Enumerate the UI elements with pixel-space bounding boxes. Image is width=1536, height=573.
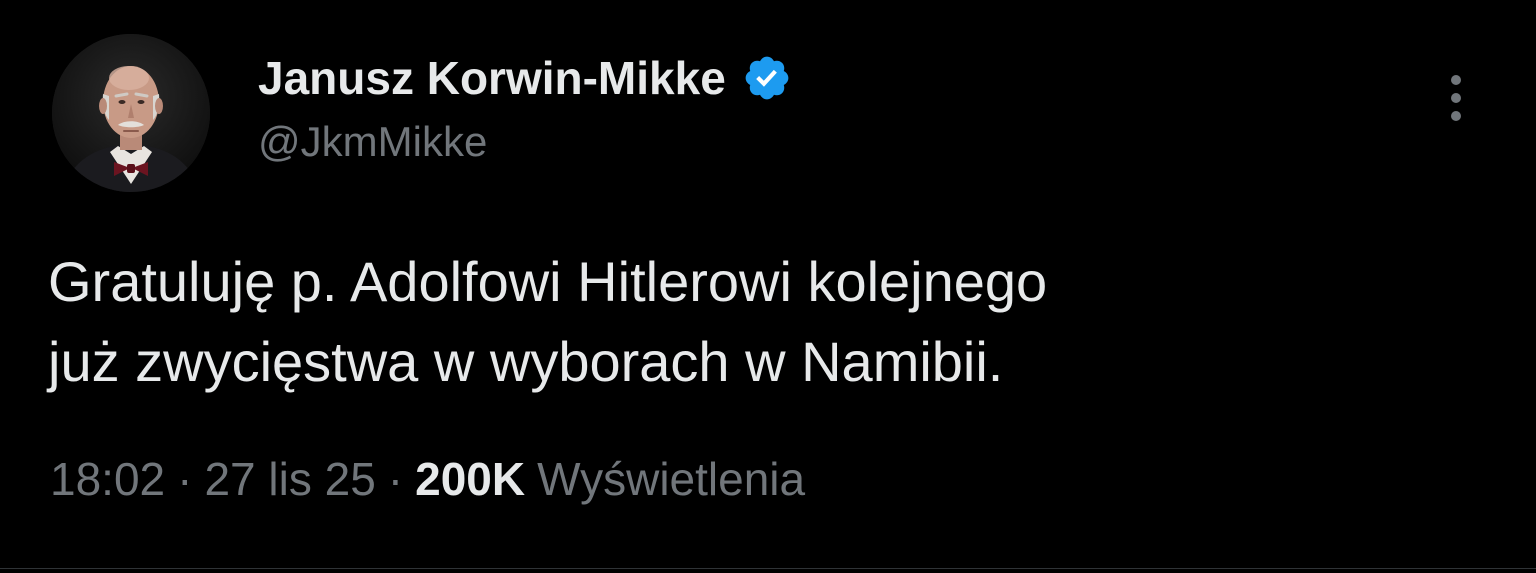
avatar[interactable]	[52, 34, 210, 192]
author-name-row: Janusz Korwin-Mikke	[258, 50, 792, 106]
meta-separator: ·	[387, 453, 404, 505]
divider	[0, 568, 1536, 569]
verified-badge-icon	[742, 53, 792, 103]
meta-separator: ·	[177, 453, 193, 505]
author-display-name[interactable]: Janusz Korwin-Mikke	[258, 51, 726, 105]
views-label: Wyświetlenia	[537, 453, 806, 505]
tweet-text-line: Gratuluję p. Adolfowi Hitlerowi kolejneg…	[48, 250, 1048, 313]
author-handle[interactable]: @JkmMikke	[258, 118, 487, 166]
tweet-time[interactable]: 18:02	[50, 452, 165, 506]
tweet-card: Janusz Korwin-Mikke @JkmMikke Gratuluję …	[0, 0, 1536, 573]
tweet-date[interactable]: 27 lis 25	[204, 452, 375, 506]
tweet-text: Gratuluję p. Adolfowi Hitlerowi kolejneg…	[48, 242, 1488, 402]
tweet-text-line: już zwycięstwa w wyborach w Namibii.	[48, 330, 1004, 393]
tweet-meta: 18:02 · 27 lis 25 · 200K Wyświetlenia	[50, 452, 805, 506]
more-vertical-icon[interactable]	[1436, 70, 1476, 126]
avatar-image	[52, 34, 210, 192]
views-count[interactable]: 200K	[415, 452, 525, 506]
